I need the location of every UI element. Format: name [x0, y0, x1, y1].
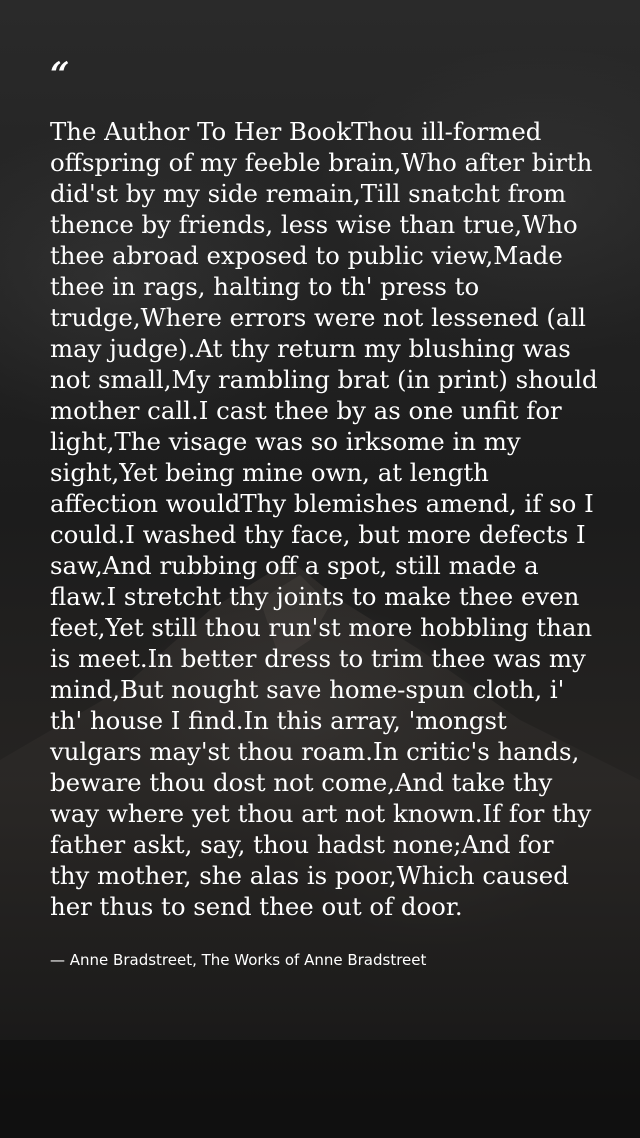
quote-text: The Author To Her BookThou ill-formed of… — [50, 117, 598, 921]
quote-mark-icon: “ — [50, 55, 70, 95]
quote-card: “ The Author To Her BookThou ill-formed … — [50, 58, 600, 970]
quote-attribution: — Anne Bradstreet, The Works of Anne Bra… — [50, 951, 427, 969]
